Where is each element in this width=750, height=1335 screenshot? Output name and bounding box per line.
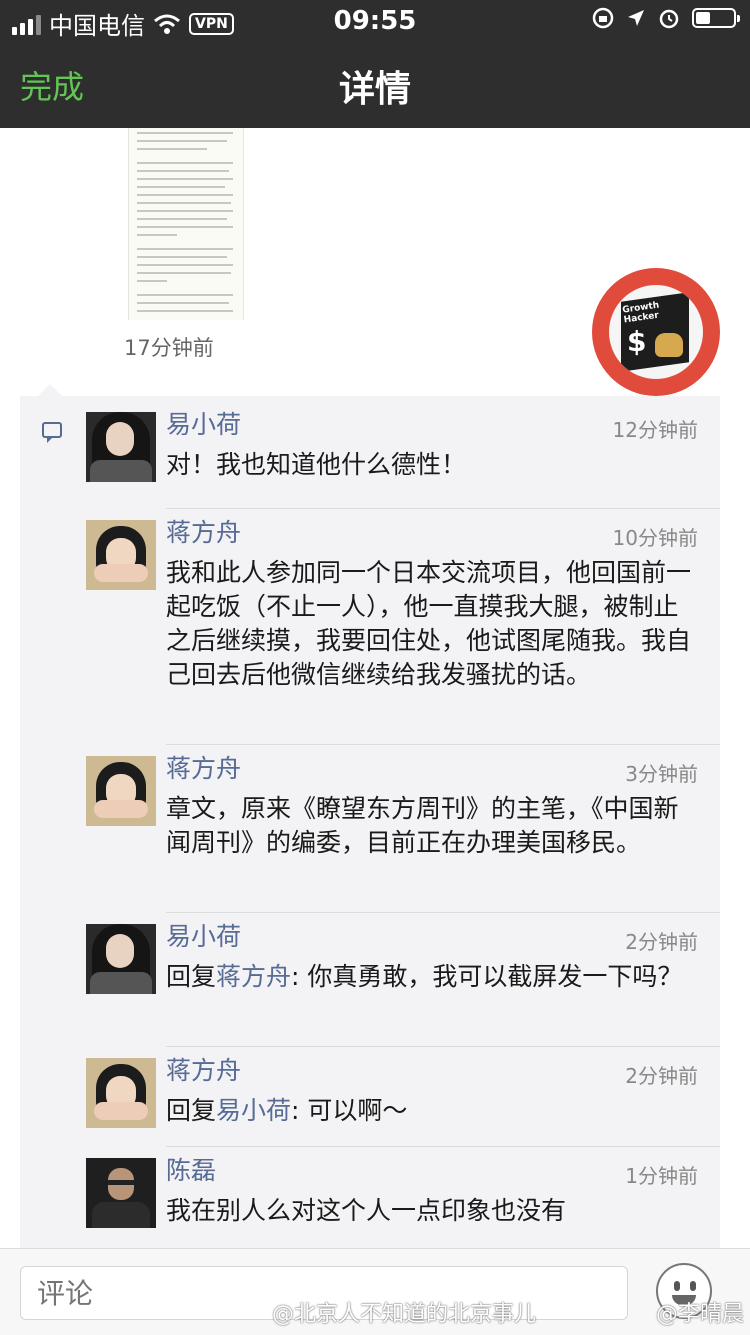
avatar[interactable] — [86, 412, 156, 482]
avatar[interactable] — [86, 1058, 156, 1128]
commenter-name[interactable]: 蒋方舟 — [166, 1056, 700, 1086]
reply-prefix: 回复 — [166, 1096, 217, 1125]
comment-text: 我在别人么对这个人一点印象也没有 — [166, 1196, 567, 1225]
divider — [166, 508, 720, 509]
avatar[interactable] — [86, 520, 156, 590]
reply-text: : 可以啊～ — [291, 1096, 408, 1125]
page-title: 详情 — [338, 69, 411, 110]
comment-text: 我和此人参加同一个日本交流项目，他回国前一起吃饭（不止一人），他一直摸我大腿，被… — [166, 558, 692, 689]
battery-icon — [692, 8, 740, 28]
reply-target-name[interactable]: 易小荷 — [216, 1096, 291, 1125]
nav-bar: 完成 详情 — [0, 40, 750, 128]
comments-panel: 易小荷 12分钟前 对！我也知道他什么德性！ 蒋方舟 10分钟前 我和此人参加同… — [20, 396, 720, 1248]
avatar[interactable] — [86, 1158, 156, 1228]
post-image[interactable] — [128, 128, 244, 320]
divider — [166, 912, 720, 913]
post-time: 17分钟前 — [124, 336, 214, 360]
comment-time: 2分钟前 — [625, 930, 698, 954]
commenter-name[interactable]: 陈磊 — [166, 1156, 700, 1186]
divider — [166, 1146, 720, 1147]
reply-target-name[interactable]: 蒋方舟 — [216, 962, 291, 991]
status-bar: 中国电信 VPN 09:55 — [0, 0, 750, 40]
comment-text: 回复易小荷: 可以啊～ — [166, 1094, 700, 1128]
comment-time: 2分钟前 — [625, 1064, 698, 1088]
comments-pointer — [38, 384, 62, 396]
location-icon — [628, 10, 644, 26]
comment-icon — [42, 422, 62, 443]
status-right — [592, 7, 740, 29]
comment-time: 3分钟前 — [625, 762, 698, 786]
comment-time: 10分钟前 — [612, 526, 698, 550]
watermark-right: @李晴晨 — [656, 1302, 745, 1327]
comment-text: 对！我也知道他什么德性！ — [166, 450, 467, 479]
growth-hacker-logo: Growth Hacker $ — [592, 268, 720, 396]
divider — [166, 744, 720, 745]
commenter-name[interactable]: 易小荷 — [166, 922, 700, 952]
reply-text: : 你真勇敢，我可以截屏发一下吗？ — [291, 962, 683, 991]
avatar[interactable] — [86, 924, 156, 994]
divider — [166, 1046, 720, 1047]
commenter-name[interactable]: 蒋方舟 — [166, 754, 700, 784]
comment-text: 章文，原来《瞭望东方周刊》的主笔，《中国新闻周刊》的编委，目前正在办理美国移民。 — [166, 794, 679, 857]
reply-prefix: 回复 — [166, 962, 217, 991]
rotation-lock-icon — [592, 7, 614, 29]
comment-time: 12分钟前 — [612, 418, 698, 442]
comment-time: 1分钟前 — [625, 1164, 698, 1188]
watermark-left: @北京人不知道的北京事儿 — [272, 1302, 537, 1327]
alarm-icon — [659, 9, 679, 29]
avatar[interactable] — [86, 756, 156, 826]
comment-text: 回复蒋方舟: 你真勇敢，我可以截屏发一下吗？ — [166, 960, 700, 994]
